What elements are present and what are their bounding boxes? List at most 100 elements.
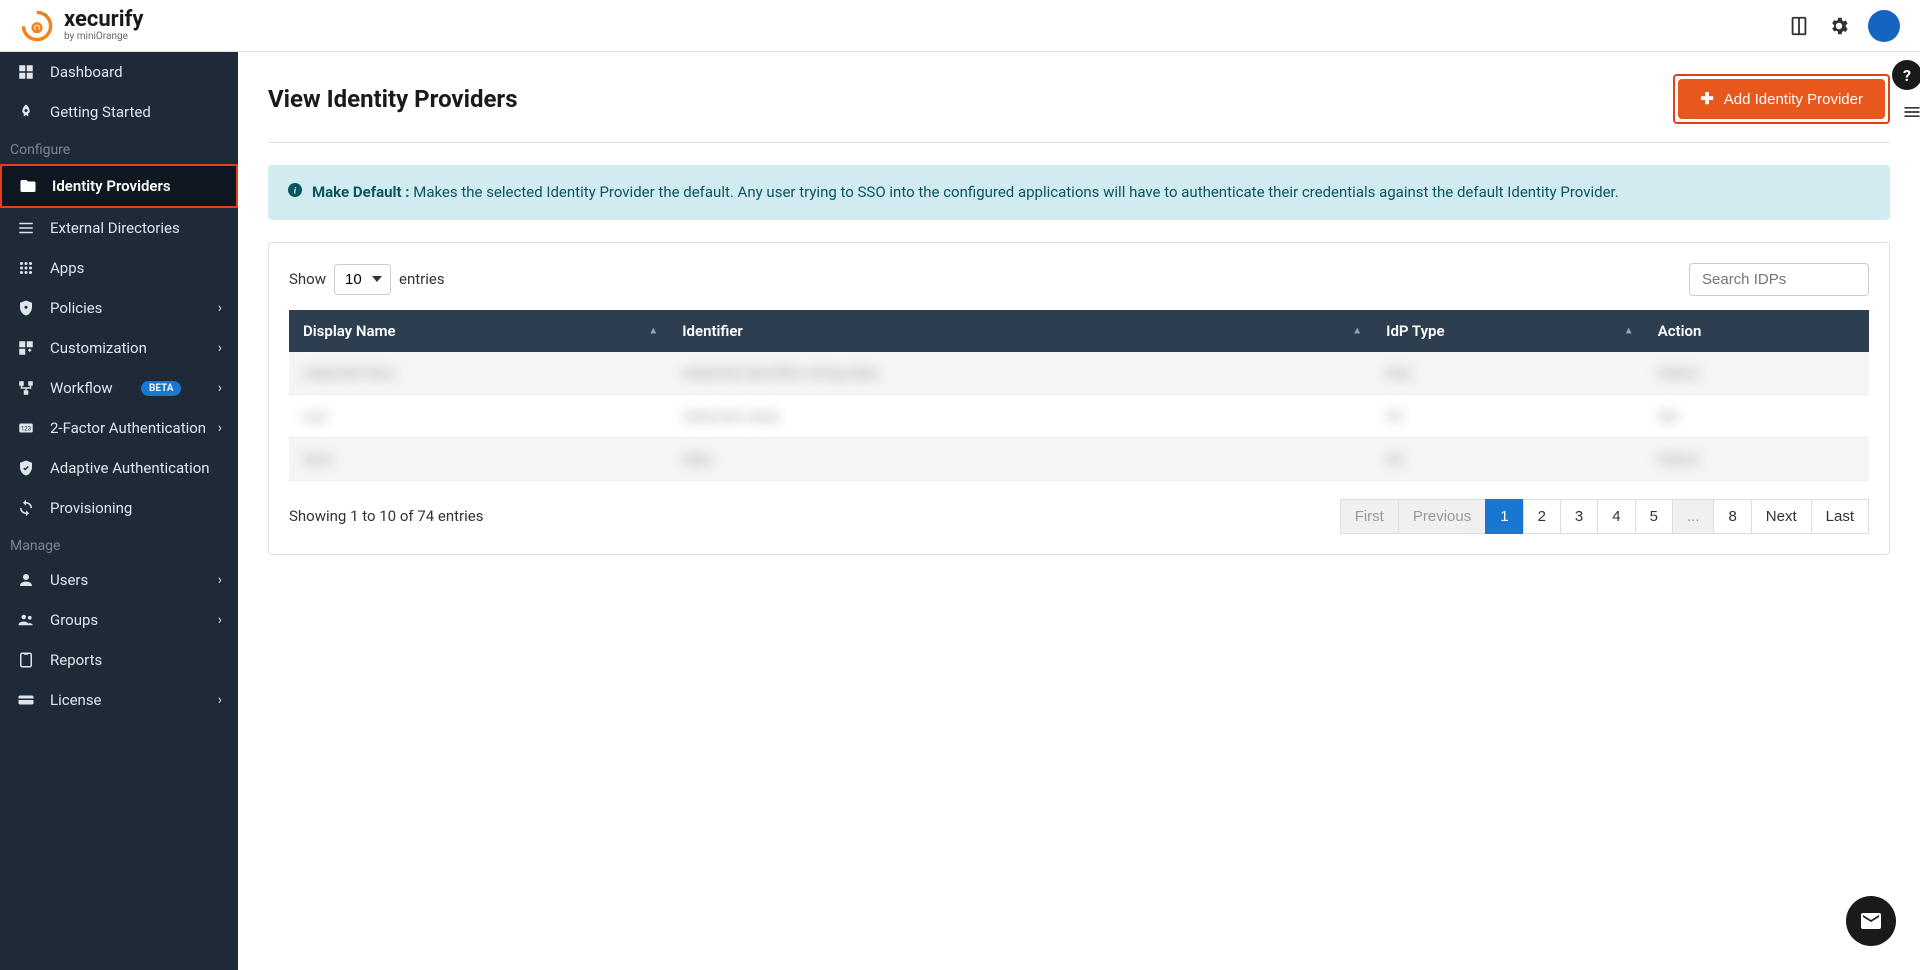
page-8[interactable]: 8 (1713, 499, 1751, 534)
chat-button[interactable] (1846, 896, 1896, 946)
svg-text:i: i (294, 186, 297, 197)
cell-type: txt (1372, 437, 1644, 480)
column-display-name[interactable]: Display Name▲ (289, 310, 668, 352)
license-icon (16, 690, 36, 710)
cell-action: Select (1644, 437, 1869, 480)
show-label: Show (289, 270, 326, 288)
showing-text: Showing 1 to 10 of 74 entries (289, 507, 483, 525)
sidebar-item-policies[interactable]: Policies› (0, 288, 238, 328)
page-1[interactable]: 1 (1485, 499, 1523, 534)
sidebar-item-label: Adaptive Authentication (50, 459, 210, 477)
cell-type: txt (1372, 394, 1644, 437)
help-button[interactable]: ? (1892, 60, 1920, 90)
side-menu-toggle[interactable] (1902, 102, 1920, 122)
cell-action: Select (1644, 352, 1869, 395)
page-title: View Identity Providers (268, 85, 518, 113)
sort-icon: ▲ (1352, 325, 1362, 336)
entries-select[interactable]: 10 (334, 264, 391, 295)
sidebar-item-label: Users (50, 571, 88, 589)
table-row[interactable]: rowredacted valuetxtSel (289, 394, 1869, 437)
chevron-right-icon: › (218, 692, 222, 708)
groups-icon (16, 610, 36, 630)
page-...: ... (1672, 499, 1715, 534)
add-button-label: Add Identity Provider (1724, 91, 1863, 108)
column-identifier[interactable]: Identifier▲ (668, 310, 1372, 352)
sidebar-item-label: Groups (50, 611, 98, 629)
brand-title: xecurify (64, 9, 143, 31)
logo-icon (20, 9, 54, 43)
sidebar-item-label: 2-Factor Authentication (50, 419, 206, 437)
add-button-highlight: ✚ Add Identity Provider (1673, 74, 1890, 124)
customization-icon (16, 338, 36, 358)
cell-display: row (289, 394, 668, 437)
sidebar-item-label: Identity Providers (52, 177, 171, 195)
table-card: Show 10 entries Display Name▲Identifier▲… (268, 242, 1890, 555)
column-action[interactable]: Action (1644, 310, 1869, 352)
sidebar-item-2-factor-authentication[interactable]: 123 2-Factor Authentication › (0, 408, 238, 448)
page-2[interactable]: 2 (1523, 499, 1561, 534)
main-content: ? View Identity Providers ✚ Add Identity… (238, 52, 1920, 970)
sidebar-item-provisioning[interactable]: Provisioning (0, 488, 238, 528)
sidebar-item-label: Reports (50, 651, 102, 669)
page-next[interactable]: Next (1751, 499, 1812, 534)
page-header: View Identity Providers ✚ Add Identity P… (268, 74, 1890, 143)
info-banner: i Make Default : Makes the selected Iden… (268, 165, 1890, 220)
chevron-right-icon: › (218, 380, 222, 396)
add-identity-provider-button[interactable]: ✚ Add Identity Provider (1678, 79, 1885, 119)
page-prev: Previous (1398, 499, 1486, 534)
column-idp-type[interactable]: IdP Type▲ (1372, 310, 1644, 352)
sidebar-item-dashboard[interactable]: Dashboard (0, 52, 238, 92)
sidebar-item-getting-started[interactable]: Getting Started (0, 92, 238, 132)
search-input[interactable] (1689, 263, 1869, 296)
docs-icon[interactable] (1788, 15, 1810, 37)
rocket-icon (16, 102, 36, 122)
top-header: xecurify by miniOrange (0, 0, 1920, 52)
table-row[interactable]: itemdatatxtSelect (289, 437, 1869, 480)
page-last[interactable]: Last (1811, 499, 1869, 534)
svg-text:123: 123 (21, 425, 31, 432)
cell-type: text (1372, 352, 1644, 395)
sidebar-item-label: Apps (50, 259, 84, 277)
avatar[interactable] (1868, 10, 1900, 42)
beta-badge: BETA (141, 381, 181, 396)
chevron-right-icon: › (218, 612, 222, 628)
chevron-right-icon: › (218, 572, 222, 588)
sidebar-item-label: External Directories (50, 219, 180, 237)
table-row[interactable]: redacted itemredacted identifier string … (289, 352, 1869, 395)
sidebar-item-users[interactable]: Users › (0, 560, 238, 600)
brand-logo[interactable]: xecurify by miniOrange (20, 9, 143, 43)
table-footer: Showing 1 to 10 of 74 entries FirstPrevi… (289, 499, 1869, 534)
shield-icon (16, 458, 36, 478)
entries-label: entries (399, 270, 445, 288)
gear-icon[interactable] (1828, 15, 1850, 37)
sidebar-item-apps[interactable]: Apps (0, 248, 238, 288)
page-4[interactable]: 4 (1597, 499, 1635, 534)
list-icon (16, 218, 36, 238)
banner-text: Makes the selected Identity Provider the… (410, 183, 1619, 201)
page-3[interactable]: 3 (1560, 499, 1598, 534)
cell-display: redacted item (289, 352, 668, 395)
policy-icon (16, 298, 36, 318)
sidebar-section-manage: Manage (0, 528, 238, 560)
sidebar: DashboardGetting Started Configure Ident… (0, 52, 238, 970)
sidebar-item-groups[interactable]: Groups › (0, 600, 238, 640)
sidebar-section-configure: Configure (0, 132, 238, 164)
sidebar-item-external-directories[interactable]: External Directories (0, 208, 238, 248)
sort-icon: ▲ (1624, 325, 1634, 336)
sidebar-item-reports[interactable]: Reports (0, 640, 238, 680)
user-icon (16, 570, 36, 590)
sidebar-item-customization[interactable]: Customization› (0, 328, 238, 368)
apps-icon (16, 258, 36, 278)
chevron-right-icon: › (218, 420, 222, 436)
sidebar-item-label: Provisioning (50, 499, 132, 517)
sidebar-item-identity-providers[interactable]: Identity Providers (0, 164, 238, 208)
page-first: First (1340, 499, 1399, 534)
header-actions (1788, 10, 1900, 42)
sidebar-item-adaptive-authentication[interactable]: Adaptive Authentication (0, 448, 238, 488)
cell-identifier: data (668, 437, 1372, 480)
page-5[interactable]: 5 (1635, 499, 1673, 534)
sort-icon: ▲ (648, 325, 658, 336)
sidebar-item-license[interactable]: License› (0, 680, 238, 720)
sidebar-item-workflow[interactable]: Workflow BETA › (0, 368, 238, 408)
sidebar-item-label: Workflow (50, 379, 113, 397)
